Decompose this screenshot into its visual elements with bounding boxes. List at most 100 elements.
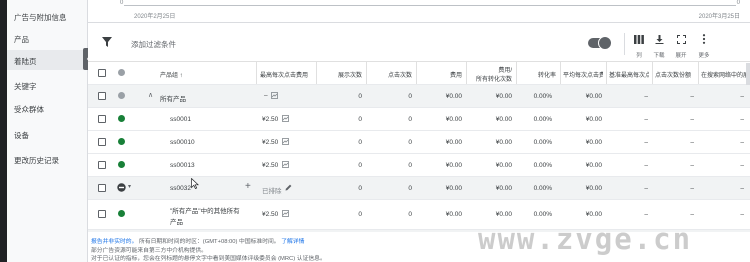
- column-divider: [698, 62, 699, 84]
- sidebar-item-products[interactable]: 产品: [14, 34, 29, 45]
- cost-per-conv-value: ¥0.00: [495, 139, 512, 146]
- search-share-value: –: [740, 139, 744, 146]
- download-icon: [655, 35, 663, 44]
- max-cpc-value[interactable]: ¥2.50: [262, 116, 278, 123]
- table-scrollbar[interactable]: [746, 63, 750, 85]
- col-cost-per-conv-line1[interactable]: 费用/: [470, 65, 512, 74]
- sidebar-item-keywords[interactable]: 关键字: [14, 81, 37, 92]
- row-checkbox[interactable]: [98, 115, 106, 123]
- clicks-value: 0: [408, 162, 412, 169]
- excluded-status-icon[interactable]: [117, 183, 126, 192]
- table-row-excluded[interactable]: ▾ ss0032 + 已排除 0 0 ¥0.00 ¥0.00 0.00% ¥0.…: [88, 177, 750, 200]
- cost-value: ¥0.00: [445, 139, 462, 146]
- product-group-name[interactable]: ss00013: [170, 162, 195, 169]
- col-click-share[interactable]: 点击次数份额: [655, 70, 695, 79]
- max-cpc-value[interactable]: ¥2.50: [262, 139, 278, 146]
- click-share-value: –: [690, 185, 694, 192]
- cost-value: ¥0.00: [445, 93, 462, 100]
- timeline-start-value: 0: [120, 0, 124, 6]
- chart-icon[interactable]: [282, 161, 289, 168]
- column-divider: [516, 62, 517, 84]
- add-subdivision-icon[interactable]: +: [245, 181, 251, 192]
- mouse-cursor-icon: [191, 178, 199, 189]
- col-impressions[interactable]: 展示次数: [320, 70, 362, 79]
- sidebar-item-landing-pages[interactable]: 着陆页: [14, 56, 37, 67]
- download-label: 下载: [653, 53, 665, 59]
- column-divider: [416, 62, 417, 84]
- chart-icon[interactable]: [282, 115, 289, 122]
- clicks-value: 0: [408, 116, 412, 123]
- bench-cpc-value: –: [644, 185, 648, 192]
- sidebar-item-ads-extensions[interactable]: 广告与附加信息: [14, 12, 67, 23]
- col-product-group[interactable]: 产品组 ↑: [160, 70, 183, 79]
- bench-cpc-value: –: [644, 139, 648, 146]
- expand-button[interactable]: 展开: [670, 31, 692, 59]
- click-share-value: –: [690, 139, 694, 146]
- view-toggle[interactable]: [588, 36, 612, 50]
- col-conv-rate[interactable]: 转化率: [520, 70, 556, 79]
- conv-rate-value: 0.00%: [533, 162, 552, 169]
- status-dropdown-icon[interactable]: ▾: [128, 183, 131, 190]
- select-all-checkbox[interactable]: [98, 69, 106, 77]
- filter-icon[interactable]: [102, 37, 112, 47]
- fullscreen-icon: [676, 35, 686, 44]
- sidebar-item-audiences[interactable]: 受众群体: [14, 104, 44, 115]
- table-header-row: 产品组 ↑ 最高每次点击费用 展示次数 点击次数 费用 费用/ 所有转化次数 转…: [88, 62, 750, 85]
- click-share-value: –: [690, 162, 694, 169]
- sidebar-item-devices[interactable]: 设备: [14, 130, 29, 141]
- row-checkbox[interactable]: [98, 161, 106, 169]
- col-cost[interactable]: 费用: [420, 70, 462, 79]
- clicks-value: 0: [408, 139, 412, 146]
- bench-cpc-value: –: [644, 162, 648, 169]
- toggle-knob: [598, 36, 612, 50]
- column-divider: [652, 62, 653, 84]
- row-checkbox[interactable]: [98, 184, 106, 192]
- max-cpc-value: –: [264, 92, 268, 99]
- columns-button[interactable]: 列: [628, 31, 650, 59]
- search-share-value: –: [740, 116, 744, 123]
- learn-more-link[interactable]: 了解详情: [281, 239, 304, 245]
- chart-icon[interactable]: [271, 92, 278, 99]
- impressions-value: 0: [358, 162, 362, 169]
- chart-icon[interactable]: [282, 210, 289, 217]
- chart-icon[interactable]: [282, 138, 289, 145]
- avg-cpc-value: ¥0.00: [585, 211, 602, 218]
- cost-value: ¥0.00: [445, 211, 462, 218]
- cost-value: ¥0.00: [445, 116, 462, 123]
- product-group-name-line1[interactable]: "所有产品"中的其他所有: [170, 205, 240, 215]
- product-group-name[interactable]: ss0001: [170, 116, 191, 123]
- clicks-value: 0: [408, 93, 412, 100]
- status-header-dot: [118, 69, 125, 76]
- collapse-chevron-icon[interactable]: ∧: [148, 91, 153, 99]
- table-row[interactable]: ss00010 ¥2.50 0 0 ¥0.00 ¥0.00 0.00% ¥0.0…: [88, 131, 750, 154]
- product-group-name[interactable]: ss0032: [170, 185, 191, 192]
- edit-pencil-icon[interactable]: [285, 184, 292, 191]
- date-timeline: 0 0 2020年2月25日 2020年3月25日: [88, 0, 750, 23]
- row-checkbox[interactable]: [98, 210, 106, 218]
- table-row[interactable]: ss0001 ¥2.50 0 0 ¥0.00 ¥0.00 0.00% ¥0.00…: [88, 108, 750, 131]
- table-row[interactable]: ss00013 ¥2.50 0 0 ¥0.00 ¥0.00 0.00% ¥0.0…: [88, 154, 750, 177]
- col-max-cpc[interactable]: 最高每次点击费用: [260, 70, 312, 79]
- status-dot-enabled: [118, 210, 125, 217]
- download-button[interactable]: 下载: [648, 31, 670, 59]
- add-filter-button[interactable]: 添加过滤条件: [131, 39, 176, 50]
- max-cpc-value[interactable]: ¥2.50: [262, 162, 278, 169]
- cost-value: ¥0.00: [445, 185, 462, 192]
- expand-label: 展开: [675, 53, 687, 59]
- table-row[interactable]: ∧ 所有产品 – 0 0 ¥0.00 ¥0.00 0.00% ¥0.00 – –…: [88, 85, 750, 108]
- col-avg-cpc[interactable]: 平均每次点击费用: [563, 70, 603, 79]
- cost-per-conv-value: ¥0.00: [495, 211, 512, 218]
- more-button[interactable]: 更多: [693, 31, 715, 59]
- col-benchmark-cpc[interactable]: 基准最高每次点击费用: [609, 70, 649, 79]
- col-clicks[interactable]: 点击次数: [370, 70, 412, 79]
- sidebar-item-change-history[interactable]: 更改历史记录: [14, 155, 59, 166]
- row-checkbox[interactable]: [98, 92, 106, 100]
- col-cost-per-conv-line2[interactable]: 所有转化次数: [470, 74, 512, 83]
- product-group-name[interactable]: 所有产品: [160, 93, 186, 103]
- product-group-name-line2[interactable]: 产品: [170, 216, 183, 226]
- col-search-imp-share[interactable]: 在搜索网络中的展示次数份额: [701, 70, 747, 79]
- product-group-name[interactable]: ss00010: [170, 139, 195, 146]
- bench-cpc-value: –: [644, 116, 648, 123]
- max-cpc-value[interactable]: ¥2.50: [262, 211, 278, 218]
- row-checkbox[interactable]: [98, 138, 106, 146]
